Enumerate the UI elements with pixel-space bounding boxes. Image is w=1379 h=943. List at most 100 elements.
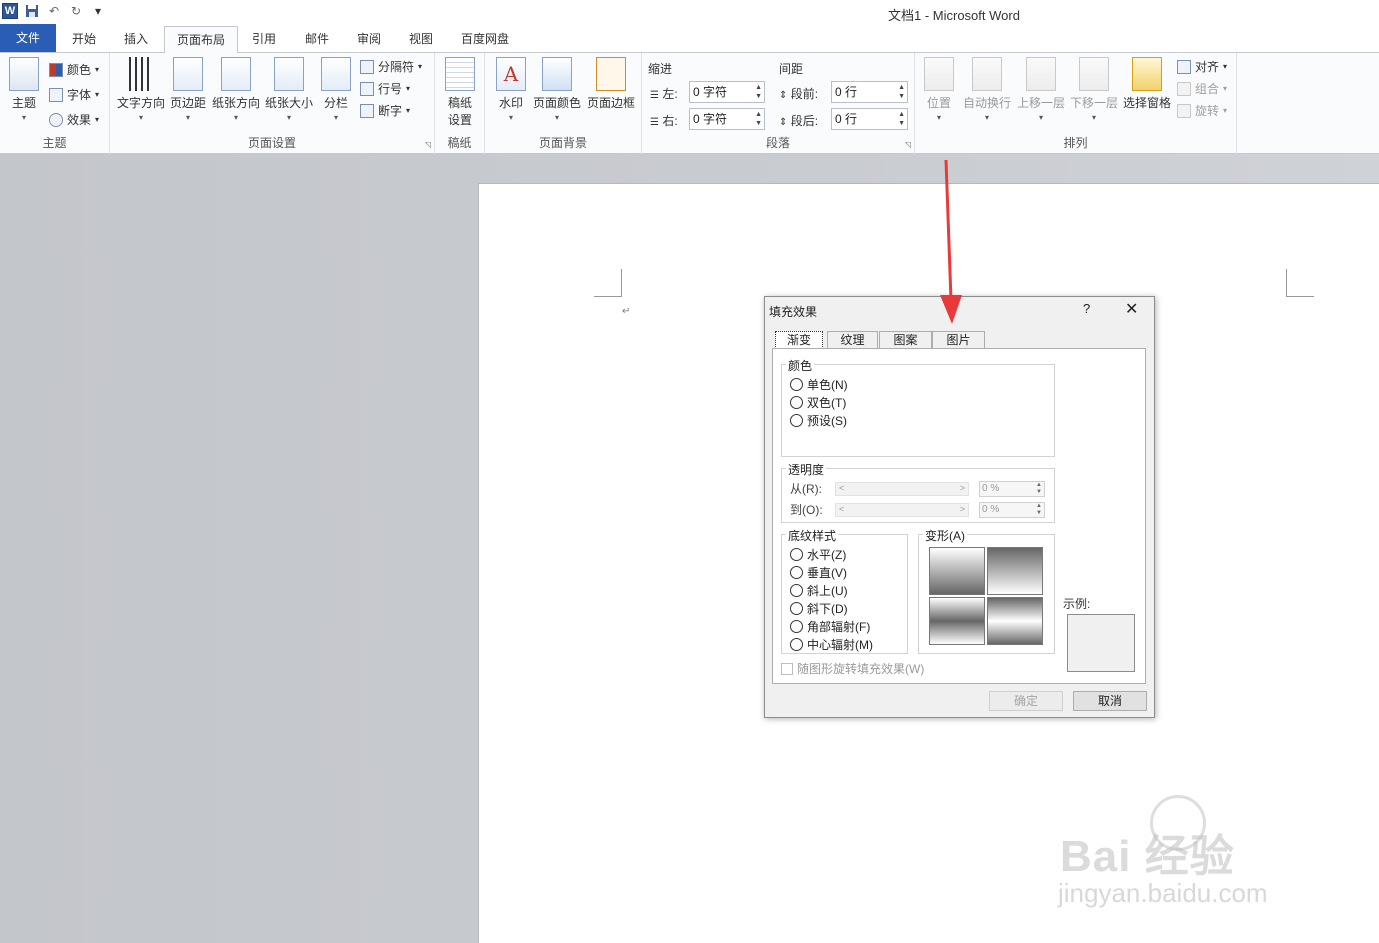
wrap-text-button[interactable]: 自动换行 ▾ [961,57,1013,122]
watermark-button[interactable]: A 水印 ▾ [493,57,529,122]
page-borders-button[interactable]: 页面边框 [585,57,637,111]
send-backward-button[interactable]: 下移一层 ▾ [1068,57,1120,122]
close-icon[interactable]: ✕ [1125,299,1138,319]
group-theme: 主题 ▾ 颜色 ▾ 字体 ▾ 效果 ▾ 主题 [0,53,110,154]
group-objects-button[interactable]: 组合 ▾ [1177,80,1227,97]
orientation-button[interactable]: 纸张方向 ▾ [211,57,261,122]
save-icon[interactable] [24,3,40,19]
from-percent-input[interactable]: 0 % ▲ ▼ [979,481,1045,497]
margins-button[interactable]: 页边距 ▾ [168,57,208,122]
quick-access-toolbar: W ↶ ↻ ▾ [2,3,106,19]
tab-file[interactable]: 文件 [0,24,56,52]
variant-2[interactable] [987,547,1043,595]
spinner-icon[interactable]: ▲ ▼ [898,110,905,128]
customize-qat-icon[interactable]: ▾ [90,3,106,19]
rotate-button[interactable]: 旋转 ▾ [1177,102,1227,119]
word-app-icon[interactable]: W [2,3,18,19]
sample-preview [1067,614,1135,672]
tab-pattern[interactable]: 图案 [879,331,932,349]
to-percent-input[interactable]: 0 % ▲ ▼ [979,502,1045,518]
wrap-text-icon [972,57,1002,91]
variant-1[interactable] [929,547,985,595]
shading-title: 底纹样式 [786,527,839,544]
manuscript-setup-button[interactable]: 稿纸 设置 [441,57,479,128]
size-button[interactable]: 纸张大小 ▾ [264,57,314,122]
tab-page-layout[interactable]: 页面布局 [164,26,238,54]
position-button[interactable]: 位置 ▾ [921,57,957,122]
horizontal-radio[interactable]: 水平(Z) [790,546,846,563]
diagonal-down-radio[interactable]: 斜下(D) [790,600,848,617]
theme-effects-button[interactable]: 效果 ▾ [49,111,99,128]
from-center-radio[interactable]: 中心辐射(M) [790,636,873,653]
tab-view[interactable]: 视图 [399,26,443,53]
tab-texture[interactable]: 纹理 [827,331,878,349]
group-arrange: 位置 ▾ 自动换行 ▾ 上移一层 ▾ 下移一层 ▾ 选择窗格 对齐▾ 组合▾ [915,53,1237,154]
selection-pane-button[interactable]: 选择窗格 [1121,57,1173,111]
text-direction-button[interactable]: 文字方向 ▾ [116,57,166,122]
position-icon [924,57,954,91]
variant-4[interactable] [987,597,1043,645]
spinner-icon[interactable]: ▲ ▼ [755,83,762,101]
cancel-button[interactable]: 取消 [1073,691,1147,711]
redo-icon[interactable]: ↻ [68,3,84,19]
transparency-title: 透明度 [786,461,827,478]
spinner-icon[interactable]: ▲ ▼ [1036,482,1042,496]
spacing-before-input[interactable]: 0 行 ▲ ▼ [831,81,908,103]
spacing-before-icon: ⇕ [779,90,788,101]
hyphenation-label: 断字 [378,104,403,118]
two-colors-radio[interactable]: 双色(T) [790,394,846,411]
gradient-panel: 颜色 单色(N) 双色(T) 预设(S) 透明度 从(R): < > 0 % ▲ ▼ … [772,348,1146,684]
tab-picture[interactable]: 图片 [932,331,985,349]
theme-colors-button[interactable]: 颜色 ▾ [49,61,99,78]
orientation-icon [221,57,251,91]
help-icon[interactable]: ? [1083,301,1090,316]
spinner-icon[interactable]: ▲ ▼ [755,110,762,128]
colors-fieldset: 颜色 单色(N) 双色(T) 预设(S) [781,357,1055,457]
vertical-radio[interactable]: 垂直(V) [790,564,847,581]
tab-gradient[interactable]: 渐变 [775,331,823,349]
tab-baidu-netdisk[interactable]: 百度网盘 [454,26,516,53]
theme-fonts-button[interactable]: 字体 ▾ [49,86,99,103]
spacing-after-input[interactable]: 0 行 ▲ ▼ [831,108,908,130]
line-numbers-button[interactable]: 行号 ▾ [360,80,410,97]
columns-button[interactable]: 分栏 ▾ [318,57,354,122]
one-color-radio[interactable]: 单色(N) [790,376,848,393]
watermark-icon: A [496,57,526,91]
bring-forward-button[interactable]: 上移一层 ▾ [1015,57,1067,122]
align-button[interactable]: 对齐 ▾ [1177,58,1227,75]
orientation-label: 纸张方向 [211,96,260,110]
dialog-launcher-icon[interactable]: ◹ [425,140,431,149]
bring-forward-label: 上移一层 [1016,96,1065,110]
ok-button[interactable]: 确定 [989,691,1063,711]
dialog-launcher-icon[interactable]: ◹ [905,140,911,149]
spinner-icon[interactable]: ▲ ▼ [898,83,905,101]
baidu-jingyan-logo: Bai 经验 [1060,832,1235,881]
diagonal-up-radio[interactable]: 斜上(U) [790,582,848,599]
tab-review[interactable]: 审阅 [347,26,391,53]
page-color-button[interactable]: 页面颜色 ▾ [532,57,582,122]
rotate-with-shape-checkbox[interactable]: 随图形旋转填充效果(W) [781,660,924,677]
tab-mailings[interactable]: 邮件 [295,26,339,53]
selection-pane-icon [1132,57,1162,91]
themes-button[interactable]: 主题 ▾ [6,57,42,122]
align-icon [1177,59,1191,74]
hyphenation-button[interactable]: 断字 ▾ [360,102,410,119]
sample-label: 示例: [1063,597,1091,611]
from-corner-radio[interactable]: 角部辐射(F) [790,618,870,635]
preset-radio[interactable]: 预设(S) [790,412,847,429]
to-slider[interactable]: < > [835,503,969,517]
group-theme-label: 主题 [42,136,67,150]
variant-3[interactable] [929,597,985,645]
group-manuscript-label: 稿纸 [447,136,472,150]
title-bar: W ↶ ↻ ▾ 文档1 - Microsoft Word [0,0,1379,24]
indent-left-input[interactable]: 0 字符 ▲ ▼ [689,81,765,103]
tab-insert[interactable]: 插入 [114,26,158,53]
tab-home[interactable]: 开始 [62,26,106,53]
indent-right-input[interactable]: 0 字符 ▲ ▼ [689,108,765,130]
undo-icon[interactable]: ↶ [46,3,62,19]
from-slider[interactable]: < > [835,482,969,496]
window-title: 文档1 - Microsoft Word [888,8,1020,23]
tab-references[interactable]: 引用 [242,26,286,53]
spinner-icon[interactable]: ▲ ▼ [1036,503,1042,517]
breaks-button[interactable]: 分隔符 ▾ [360,58,422,75]
